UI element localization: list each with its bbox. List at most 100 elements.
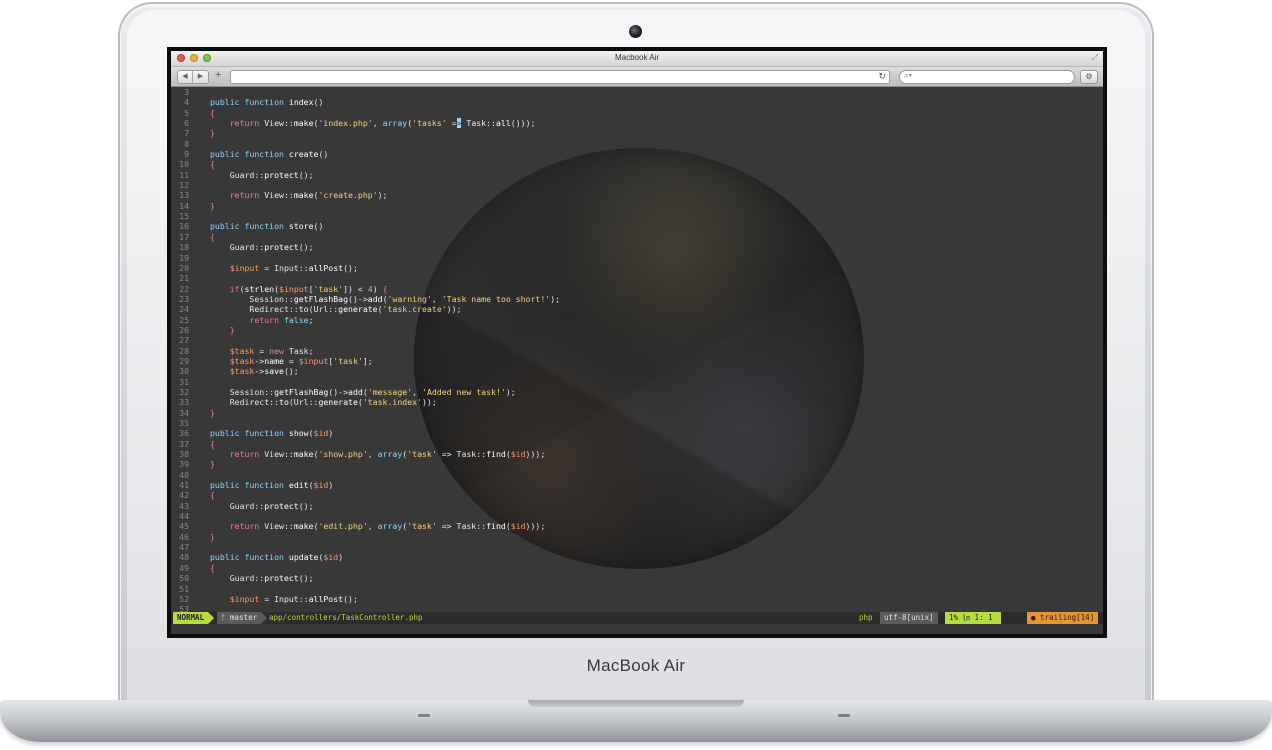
code-line[interactable]: 51 — [171, 584, 1103, 594]
line-number: 7 — [184, 128, 189, 139]
line-source: public function store() — [210, 221, 324, 232]
line-number: 23 — [179, 293, 189, 304]
code-line[interactable]: 36 public function show($id) — [171, 428, 1103, 438]
code-line[interactable]: 9 public function create() — [171, 149, 1103, 159]
code-line[interactable]: 15 — [171, 211, 1103, 221]
line-source: } — [229, 324, 235, 335]
code-line[interactable]: 37 { — [171, 439, 1103, 449]
code-line[interactable]: 32 Session::getFlashBag()->add('message'… — [171, 387, 1103, 397]
line-source: $task = new Task; — [229, 345, 314, 356]
line-number: 21 — [179, 273, 189, 284]
code-line[interactable]: 43 Guard::protect(); — [171, 501, 1103, 511]
line-number: 31 — [179, 376, 189, 387]
line-source: if(strlen($input['task']) < 4) { — [229, 283, 388, 294]
code-line[interactable]: 19 — [171, 253, 1103, 263]
back-button[interactable]: ◀ — [178, 71, 193, 83]
code-line[interactable]: 23 Session::getFlashBag()->add('warning'… — [171, 294, 1103, 304]
code-line[interactable]: 53 — [171, 604, 1103, 612]
code-line[interactable]: 5{ — [171, 108, 1103, 118]
line-source: $task->name = $input['task']; — [229, 355, 373, 366]
line-number: 30 — [179, 366, 189, 377]
code-line[interactable]: 41 public function edit($id) — [171, 480, 1103, 490]
line-number: 16 — [179, 221, 189, 232]
line-number: 52 — [179, 593, 189, 604]
code-line[interactable]: 50 Guard::protect(); — [171, 573, 1103, 583]
address-bar[interactable]: ↻ — [230, 70, 890, 84]
code-line[interactable]: 24 Redirect::to(Url::generate('task.crea… — [171, 304, 1103, 314]
code-line[interactable]: 7} — [171, 128, 1103, 138]
code-line[interactable]: 25 return false; — [171, 315, 1103, 325]
code-line[interactable]: 46} — [171, 532, 1103, 542]
command-line[interactable] — [171, 624, 1103, 634]
code-line[interactable]: 30 $task->save(); — [171, 366, 1103, 376]
code-editor[interactable]: 3 4 public function index() 5{6 return View… — [171, 87, 1103, 612]
code-line[interactable]: 29 $task->name = $input['task']; — [171, 356, 1103, 366]
code-line[interactable]: 13 return View::make('create.php'); — [171, 190, 1103, 200]
code-line[interactable]: 45 return View::make('edit.php', array('… — [171, 521, 1103, 531]
code-line[interactable]: 18 Guard::protect(); — [171, 242, 1103, 252]
line-source: public function show($id) — [210, 428, 334, 439]
line-source: { — [210, 159, 215, 170]
code-line[interactable]: 44 — [171, 511, 1103, 521]
settings-button[interactable]: ⚙ — [1080, 70, 1098, 84]
code-line[interactable]: 3 — [171, 87, 1103, 97]
foot-left — [418, 714, 430, 717]
code-line[interactable]: 21 — [171, 273, 1103, 283]
cursor-position: 1% ㏑ 1: 1 — [945, 612, 1001, 624]
code-line[interactable]: 16 public function store() — [171, 221, 1103, 231]
code-line[interactable]: 10 { — [171, 159, 1103, 169]
code-line[interactable]: 47 — [171, 542, 1103, 552]
line-number: 13 — [179, 190, 189, 201]
search-input[interactable]: ⌕▾ — [899, 70, 1075, 84]
line-source: } — [210, 459, 215, 470]
reload-icon[interactable]: ↻ — [878, 71, 886, 82]
line-number: 50 — [179, 573, 189, 584]
code-line[interactable]: 52 $input = Input::allPost(); — [171, 594, 1103, 604]
code-line[interactable]: 20 $input = Input::allPost(); — [171, 263, 1103, 273]
line-number: 51 — [179, 583, 189, 594]
line-number: 4 — [184, 97, 189, 108]
line-source: Redirect::to(Url::generate('task.create'… — [210, 304, 462, 315]
title-bar: Macbook Air ⤢ — [171, 51, 1103, 67]
code-line[interactable]: 28 $task = new Task; — [171, 346, 1103, 356]
code-line[interactable]: 22 if(strlen($input['task']) < 4) { — [171, 284, 1103, 294]
code-line[interactable]: 4 public function index() — [171, 97, 1103, 107]
window-title: Macbook Air — [614, 53, 660, 62]
line-source: } — [210, 200, 215, 211]
code-line[interactable]: 6 return View::make('index.php', array('… — [171, 118, 1103, 129]
line-number: 5 — [184, 107, 189, 118]
code-line[interactable]: 31 — [171, 377, 1103, 387]
line-number: 22 — [179, 283, 189, 294]
code-line[interactable]: 39} — [171, 459, 1103, 469]
line-number: 38 — [179, 449, 189, 460]
forward-button[interactable]: ▶ — [193, 71, 208, 83]
line-number: 53 — [179, 604, 189, 612]
line-source: public function update($id) — [210, 552, 344, 563]
code-line[interactable]: 26 } — [171, 325, 1103, 335]
code-line[interactable]: 14} — [171, 201, 1103, 211]
fullscreen-icon[interactable]: ⤢ — [1092, 53, 1098, 63]
line-number: 10 — [179, 159, 189, 170]
code-line[interactable]: 27 — [171, 335, 1103, 345]
line-number: 49 — [179, 562, 189, 573]
code-line[interactable]: 48 public function update($id) — [171, 552, 1103, 562]
line-number: 9 — [184, 149, 189, 160]
code-line[interactable]: 38 return View::make('show.php', array('… — [171, 449, 1103, 459]
code-line[interactable]: 40 — [171, 470, 1103, 480]
search-icon: ⌕▾ — [904, 71, 912, 80]
add-bookmark-button[interactable]: + — [215, 69, 221, 81]
code-line[interactable]: 33 Redirect::to(Url::generate('task.inde… — [171, 397, 1103, 407]
code-line[interactable]: 17 { — [171, 232, 1103, 242]
code-line[interactable]: 49 { — [171, 563, 1103, 573]
line-source: Session::getFlashBag()->add('message', '… — [210, 386, 516, 397]
code-line[interactable]: 12 — [171, 180, 1103, 190]
code-line[interactable]: 11 Guard::protect(); — [171, 170, 1103, 180]
camera-icon — [629, 25, 642, 38]
brand-label: MacBook Air — [586, 656, 686, 675]
line-number: 17 — [179, 231, 189, 242]
code-line[interactable]: 35 — [171, 418, 1103, 428]
code-line[interactable]: 8 — [171, 139, 1103, 149]
file-path: app/controllers/TaskController.php — [269, 613, 423, 622]
code-line[interactable]: 42 { — [171, 490, 1103, 500]
code-line[interactable]: 34} — [171, 408, 1103, 418]
